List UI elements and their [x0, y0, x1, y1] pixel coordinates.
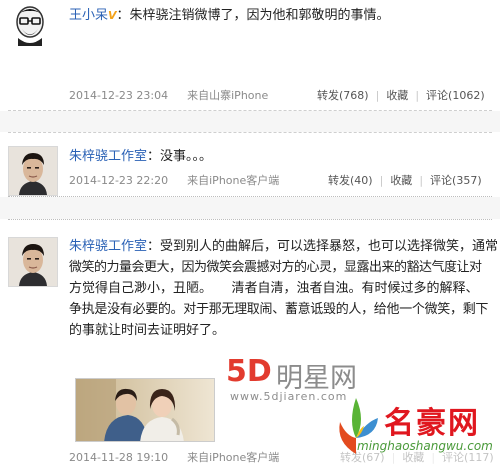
post-line: 争执是没有必要的。对于那无理取闹、蓄意诋毁的人，给他一个微笑，剩下	[69, 302, 489, 317]
action-divider: |	[375, 89, 380, 102]
favorite-button[interactable]: 收藏	[390, 174, 412, 187]
post-time[interactable]: 2014-12-23 22:20	[69, 174, 168, 187]
author-link[interactable]: 朱梓骁工作室	[69, 239, 147, 254]
post-divider	[8, 132, 492, 133]
post-image[interactable]	[75, 378, 215, 442]
action-divider: |	[379, 174, 384, 187]
profile-photo-icon	[9, 238, 57, 286]
author-link[interactable]: 王小呆	[69, 8, 108, 23]
separator: ：	[147, 239, 161, 254]
watermark-brand-5d: 5D	[226, 354, 272, 389]
post-source[interactable]: 来自iPhone客户端	[187, 174, 279, 187]
post-body: 没事。。。	[160, 149, 213, 164]
watermark-haoming-cn: 名豪网	[384, 406, 480, 441]
post-actions: 转发(768) | 收藏 | 评论(1062)	[317, 87, 485, 103]
profile-photo-icon	[9, 147, 57, 195]
separator: ：	[116, 8, 130, 23]
avatar[interactable]	[8, 146, 58, 196]
avatar[interactable]	[8, 2, 52, 46]
cartoon-avatar-icon	[8, 2, 52, 46]
post-meta: 2014-12-23 23:04 来自山寨iPhone	[69, 87, 268, 103]
post-line: 方觉得自己渺小，丑陋。 清者自清，浊者自浊。有时候过多的解释、	[69, 281, 479, 296]
watermark-haoming-site: minghaoshangwu.com	[357, 439, 493, 453]
post-line: 朱梓骁工作室：受到别人的曲解后，可以选择暴怒，也可以选择微笑，通常	[69, 236, 499, 257]
post-actions: 转发(40) | 收藏 | 评论(357)	[328, 172, 482, 188]
section-gap	[0, 197, 500, 219]
post-source[interactable]: 来自iPhone客户端	[187, 451, 279, 464]
action-divider: |	[415, 89, 420, 102]
post-text: 朱梓骁工作室：没事。。。	[69, 146, 489, 167]
couple-photo-icon	[76, 379, 214, 441]
post-line: 微笑的力量会更大，因为微笑会震撼对方的心灵，显露出来的豁达气度让对	[69, 260, 482, 275]
post-time[interactable]: 2014-12-23 23:04	[69, 89, 168, 102]
post-source[interactable]: 来自山寨iPhone	[187, 89, 268, 102]
comment-button[interactable]: 评论(1062)	[426, 89, 485, 102]
post-text: 朱梓骁工作室：受到别人的曲解后，可以选择暴怒，也可以选择微笑，通常 微笑的力量会…	[69, 236, 499, 341]
post-time[interactable]: 2014-11-28 19:10	[69, 451, 168, 464]
post-body: 朱梓骁注销微博了，因为他和郭敬明的事情。	[129, 8, 390, 23]
post-body-line: 受到别人的曲解后，可以选择暴怒，也可以选择微笑，通常	[160, 239, 499, 254]
avatar[interactable]	[8, 237, 58, 287]
author-link[interactable]: 朱梓骁工作室	[69, 149, 147, 164]
post-line: 的事就让时间去证明好了。	[69, 323, 226, 338]
post-text: 王小呆V：朱梓骁注销微博了，因为他和郭敬明的事情。	[69, 5, 489, 26]
action-divider: |	[419, 174, 424, 187]
repost-button[interactable]: 转发(40)	[328, 174, 373, 187]
comment-button[interactable]: 评论(357)	[430, 174, 482, 187]
separator: ：	[147, 149, 161, 164]
favorite-button[interactable]: 收藏	[386, 89, 408, 102]
repost-button[interactable]: 转发(768)	[317, 89, 369, 102]
section-gap	[0, 111, 500, 132]
post-meta: 2014-11-28 19:10 来自iPhone客户端	[69, 449, 279, 465]
verified-badge-icon: V	[108, 9, 117, 22]
post-divider	[8, 219, 492, 220]
post-meta: 2014-12-23 22:20 来自iPhone客户端	[69, 172, 279, 188]
